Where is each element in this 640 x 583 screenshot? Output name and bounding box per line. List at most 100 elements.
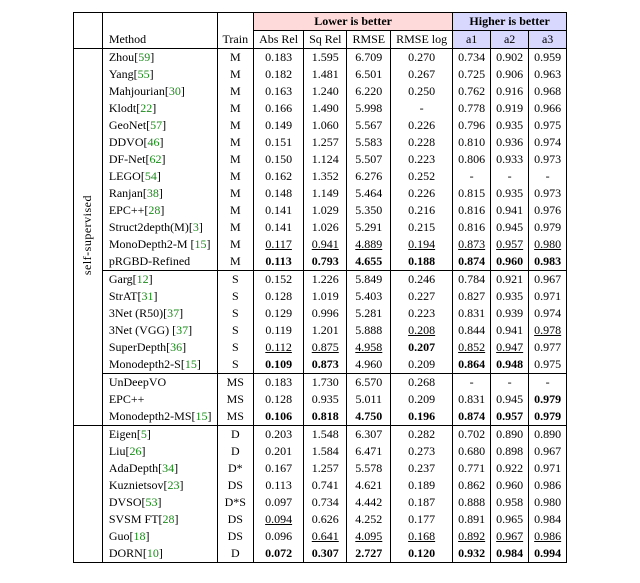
citation-link[interactable]: 38 [147, 186, 159, 200]
cell-value: 0.890 [491, 426, 529, 444]
cell-value: 0.984 [529, 511, 567, 528]
cell-value: 0.957 [491, 408, 529, 426]
cell-value: 0.128 [254, 391, 304, 408]
citation-link[interactable]: 12 [137, 272, 149, 286]
citation-link[interactable]: 15 [185, 357, 197, 371]
cell-value: 0.228 [391, 134, 453, 151]
cell-value: 0.967 [529, 271, 567, 289]
cell-value: 0.874 [453, 253, 491, 271]
cell-value: 0.831 [453, 391, 491, 408]
cell-value: 0.129 [254, 305, 304, 322]
cell-value: 0.152 [254, 271, 304, 289]
cell-value: 0.267 [391, 66, 453, 83]
cell-value: 0.891 [453, 511, 491, 528]
cell-value: 0.968 [529, 83, 567, 100]
citation-link[interactable]: 15 [196, 409, 208, 423]
citation-link[interactable]: 62 [150, 152, 162, 166]
table-row: DF-Net[62]M0.1501.1245.5070.2230.8060.93… [73, 151, 566, 168]
citation-link[interactable]: 31 [142, 289, 154, 303]
cell-train: M [217, 168, 254, 185]
cell-value: 0.922 [491, 460, 529, 477]
cell-value: 1.149 [304, 185, 347, 202]
cell-method: Mahjourian[30] [102, 83, 217, 100]
cell-value: 0.167 [254, 460, 304, 477]
citation-link[interactable]: 5 [141, 427, 147, 441]
citation-link[interactable]: 36 [170, 340, 182, 354]
citation-link[interactable]: 54 [145, 169, 157, 183]
cell-value: 0.762 [453, 83, 491, 100]
cell-value: 0.215 [391, 219, 453, 236]
cell-value: 6.471 [347, 443, 391, 460]
cell-method: Kuznietsov[23] [102, 477, 217, 494]
citation-link[interactable]: 53 [146, 495, 158, 509]
table-row: pRGBD-RefinedM0.1130.7934.6550.1880.8740… [73, 253, 566, 271]
citation-link[interactable]: 37 [176, 323, 188, 337]
cell-train: S [217, 288, 254, 305]
cell-train: M [217, 185, 254, 202]
citation-link[interactable]: 57 [150, 118, 162, 132]
cell-method: Eigen[5] [102, 426, 217, 444]
cell-value: 6.307 [347, 426, 391, 444]
citation-link[interactable]: 30 [169, 84, 181, 98]
table-row: EPC++[28]M0.1411.0295.3500.2160.8160.941… [73, 202, 566, 219]
cell-train: S [217, 271, 254, 289]
citation-link[interactable]: 55 [138, 67, 150, 81]
cell-value: 5.291 [347, 219, 391, 236]
citation-link[interactable]: 26 [130, 444, 142, 458]
cell-train: S [217, 356, 254, 374]
cell-value: 0.875 [304, 339, 347, 356]
cell-value: 0.921 [491, 271, 529, 289]
cell-value: 4.621 [347, 477, 391, 494]
cell-train: M [217, 100, 254, 117]
cell-value: 0.641 [304, 528, 347, 545]
cell-method: DORN[10] [102, 545, 217, 563]
cell-value: 0.196 [391, 408, 453, 426]
table-row: LEGO[54]M0.1621.3526.2760.252--- [73, 168, 566, 185]
cell-train: M [217, 236, 254, 253]
cell-value: 0.979 [529, 408, 567, 426]
cell-method: Garg[12] [102, 271, 217, 289]
cell-value: 1.595 [304, 49, 347, 67]
cell-value: 0.150 [254, 151, 304, 168]
table-row: 3Net (R50)[37]S0.1290.9965.2810.2230.831… [73, 305, 566, 322]
cell-value: 0.270 [391, 49, 453, 67]
table-row: SuperDepth[36]S0.1120.8754.9580.2070.852… [73, 339, 566, 356]
cell-value: 0.980 [529, 494, 567, 511]
cell-method: 3Net (VGG) [37] [102, 322, 217, 339]
cell-train: MS [217, 391, 254, 408]
cell-method: Ranjan[38] [102, 185, 217, 202]
cell-value: 0.984 [491, 545, 529, 563]
cell-value: 0.941 [491, 322, 529, 339]
citation-link[interactable]: 3 [193, 220, 199, 234]
table-row: DVSO[53]D*S0.0970.7344.4420.1870.8880.95… [73, 494, 566, 511]
citation-link[interactable]: 28 [148, 203, 160, 217]
citation-link[interactable]: 22 [140, 101, 152, 115]
cell-value: 1.548 [304, 426, 347, 444]
cell-value: 5.888 [347, 322, 391, 339]
cell-value: 0.149 [254, 117, 304, 134]
citation-link[interactable]: 23 [168, 478, 180, 492]
cell-value: 0.223 [391, 305, 453, 322]
citation-link[interactable]: 10 [147, 546, 159, 560]
citation-link[interactable]: 18 [134, 529, 146, 543]
cell-train: M [217, 219, 254, 236]
cell-value: 6.220 [347, 83, 391, 100]
citation-link[interactable]: 15 [195, 237, 207, 251]
corner-spacer [73, 13, 102, 49]
citation-link[interactable]: 28 [163, 512, 175, 526]
citation-link[interactable]: 46 [148, 135, 160, 149]
cell-value: 0.827 [453, 288, 491, 305]
cell-value: 4.958 [347, 339, 391, 356]
cell-value: 0.183 [254, 49, 304, 67]
cell-value: 0.796 [453, 117, 491, 134]
cell-value: 0.226 [391, 185, 453, 202]
cell-value: 0.806 [453, 151, 491, 168]
cell-value: - [453, 374, 491, 392]
citation-link[interactable]: 59 [138, 50, 150, 64]
cell-method: DF-Net[62] [102, 151, 217, 168]
citation-link[interactable]: 34 [162, 461, 174, 475]
cell-method: AdaDepth[34] [102, 460, 217, 477]
cell-value: 0.958 [491, 494, 529, 511]
cell-value: - [529, 168, 567, 185]
citation-link[interactable]: 37 [167, 306, 179, 320]
